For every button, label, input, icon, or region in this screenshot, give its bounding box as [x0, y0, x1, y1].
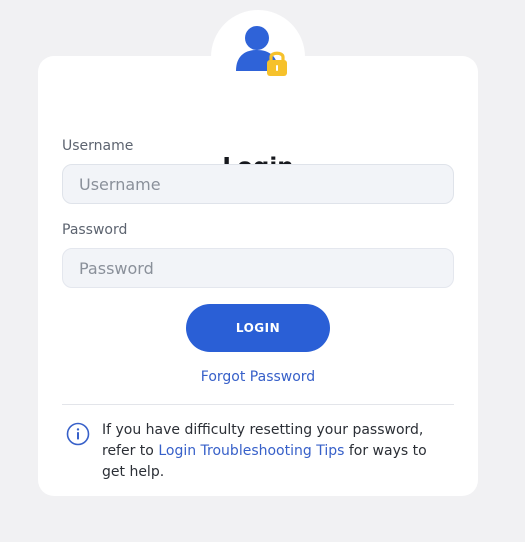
- login-page: Login Username Password LOGIN Forgot Pas…: [0, 0, 525, 542]
- login-button[interactable]: LOGIN: [186, 304, 330, 352]
- user-lock-icon: [233, 24, 293, 84]
- login-card: Login Username Password LOGIN Forgot Pas…: [38, 56, 478, 496]
- password-label: Password: [62, 222, 128, 238]
- username-label: Username: [62, 138, 134, 154]
- info-icon: [66, 422, 90, 446]
- divider: [62, 404, 454, 405]
- forgot-password-link[interactable]: Forgot Password: [38, 369, 478, 385]
- username-input[interactable]: [62, 164, 454, 204]
- help-notice: If you have difficulty resetting your pa…: [62, 420, 454, 480]
- help-text: If you have difficulty resetting your pa…: [102, 420, 442, 483]
- password-input[interactable]: [62, 248, 454, 288]
- troubleshooting-tips-link[interactable]: Login Troubleshooting Tips: [158, 443, 344, 459]
- avatar-badge: [211, 10, 305, 104]
